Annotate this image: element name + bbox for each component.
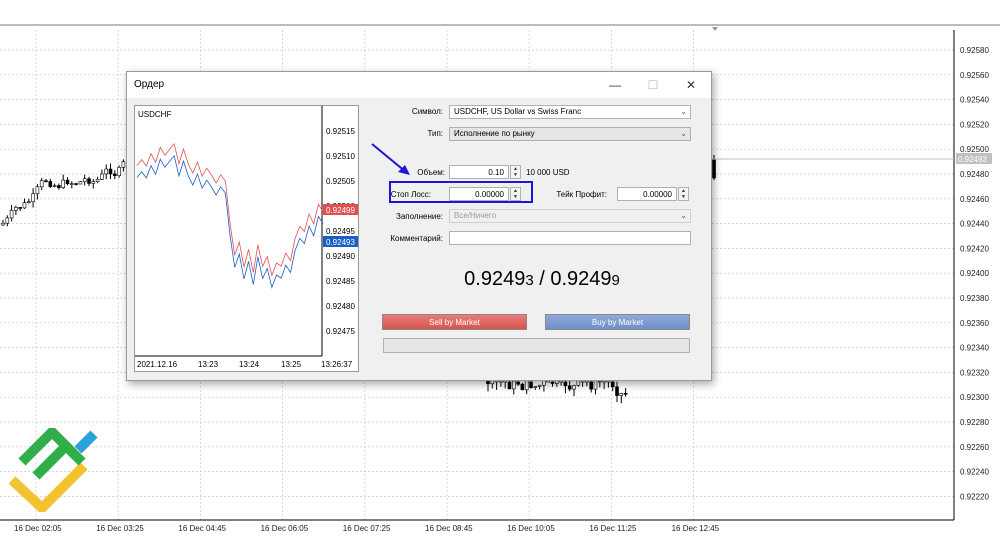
volume-stepper[interactable]: ▲ ▼	[510, 165, 521, 179]
price-axis-label: 0.92320	[960, 368, 989, 377]
takeprofit-stepper[interactable]: ▲ ▼	[678, 187, 689, 201]
maximize-icon[interactable]: ☐	[643, 75, 663, 95]
bid-price-small: 3	[525, 272, 534, 289]
symbol-label: Символ:	[411, 107, 443, 116]
current-price-tag: 0.92493	[958, 155, 987, 164]
price-axis-label: 0.92460	[960, 195, 989, 204]
annotation-arrow-icon	[371, 143, 410, 175]
price-axis-label: 0.92360	[960, 319, 989, 328]
quote-display: 0.92493 / 0.92499	[453, 268, 631, 291]
order-type-value: Исполнение по рынку	[454, 129, 535, 138]
stoploss-highlight-box	[389, 181, 533, 203]
volume-input[interactable]: 0.10	[449, 165, 509, 179]
time-axis-label: 16 Dec 03:25	[96, 524, 144, 533]
filling-select[interactable]: Все/Ничего ⌄	[449, 209, 691, 223]
mini-chart-symbol: USDCHF	[138, 110, 171, 119]
type-label: Тип:	[427, 129, 443, 138]
price-axis-label: 0.92260	[960, 443, 989, 452]
time-axis-label: 16 Dec 08:45	[425, 524, 473, 533]
comment-input[interactable]	[449, 231, 691, 245]
volume-note: 10 000 USD	[526, 168, 570, 177]
bid-price-tag: 0.92493	[326, 238, 355, 247]
mini-price-axis-label: 0.92480	[326, 302, 355, 311]
symbol-select[interactable]: USDCHF, US Dollar vs Swiss Franc ⌄	[449, 105, 691, 119]
time-axis-label: 16 Dec 10:05	[507, 524, 555, 533]
price-axis-label: 0.92340	[960, 344, 989, 353]
brand-logo	[8, 428, 98, 512]
chevron-down-icon: ⌄	[680, 211, 687, 220]
ask-price-tag: 0.92499	[326, 206, 355, 215]
execution-progress-bar	[383, 338, 690, 353]
price-axis-label: 0.92480	[960, 170, 989, 179]
time-axis-label: 16 Dec 11:25	[589, 524, 637, 533]
time-axis-label: 16 Dec 02:05	[14, 524, 62, 533]
minimize-icon[interactable]: —	[605, 75, 625, 95]
filling-value: Все/Ничего	[454, 211, 497, 220]
buy-by-market-button[interactable]: Buy by Market	[545, 314, 690, 330]
bid-price-main: 0.9249	[464, 268, 526, 290]
price-axis-label: 0.92380	[960, 294, 989, 303]
filling-label: Заполнение:	[396, 212, 443, 221]
price-separator: /	[533, 268, 551, 290]
sell-by-market-button[interactable]: Sell by Market	[382, 314, 527, 330]
price-axis-label: 0.92300	[960, 393, 989, 402]
time-axis-label: 16 Dec 04:45	[178, 524, 226, 533]
mini-price-axis-label: 0.92515	[326, 127, 355, 136]
ask-price-main: 0.9249	[550, 268, 612, 290]
price-axis-label: 0.92560	[960, 71, 989, 80]
mini-time-axis-label: 13:25	[281, 360, 302, 369]
mini-time-axis-label: 13:23	[198, 360, 219, 369]
price-axis-label: 0.92220	[960, 492, 989, 501]
price-axis-label: 0.92400	[960, 269, 989, 278]
symbol-value: USDCHF, US Dollar vs Swiss Franc	[454, 107, 582, 116]
mini-price-axis-label: 0.92485	[326, 277, 355, 286]
order-type-select[interactable]: Исполнение по рынку ⌄	[449, 127, 691, 141]
order-dialog: Ордер — ☐ ✕ USDCHF 0.92515 0.92510 0.92505…	[126, 71, 712, 381]
mini-price-axis-label: 0.92475	[326, 327, 355, 336]
dialog-titlebar[interactable]: Ордер — ☐ ✕	[127, 72, 711, 98]
ask-price-small: 9	[611, 272, 620, 289]
chevron-down-icon: ⌄	[680, 129, 687, 138]
price-axis-label: 0.92440	[960, 220, 989, 229]
price-axis-label: 0.92240	[960, 468, 989, 477]
dialog-title: Ордер	[134, 79, 165, 90]
time-axis-label: 16 Dec 07:25	[343, 524, 391, 533]
mini-time-axis-label: 13:26:37	[321, 360, 353, 369]
mini-time-axis-label: 13:24	[239, 360, 260, 369]
price-axis-label: 0.92540	[960, 96, 989, 105]
takeprofit-label: Тейк Профит:	[556, 190, 607, 199]
price-axis-label: 0.92420	[960, 244, 989, 253]
price-axis-label: 0.92500	[960, 145, 989, 154]
chevron-down-icon: ⌄	[680, 107, 687, 116]
mini-price-axis-label: 0.92510	[326, 152, 355, 161]
close-icon[interactable]: ✕	[681, 75, 701, 95]
mini-price-axis-label: 0.92490	[326, 252, 355, 261]
price-axis-label: 0.92520	[960, 120, 989, 129]
mini-price-axis-label: 0.92495	[326, 227, 355, 236]
mini-price-axis-label: 0.92505	[326, 177, 355, 186]
time-axis-label: 16 Dec 12:45	[672, 524, 720, 533]
ask-price-line	[136, 142, 324, 277]
price-axis-label: 0.92280	[960, 418, 989, 427]
takeprofit-input[interactable]: 0.00000	[617, 187, 677, 201]
mini-time-axis-label: 2021.12.16	[137, 360, 178, 369]
comment-label: Комментарий:	[390, 234, 443, 243]
price-axis-label: 0.92580	[960, 46, 989, 55]
tick-chart: USDCHF 0.925150.925100.925050.925000.924…	[134, 105, 359, 372]
time-axis-label: 16 Dec 06:05	[261, 524, 309, 533]
